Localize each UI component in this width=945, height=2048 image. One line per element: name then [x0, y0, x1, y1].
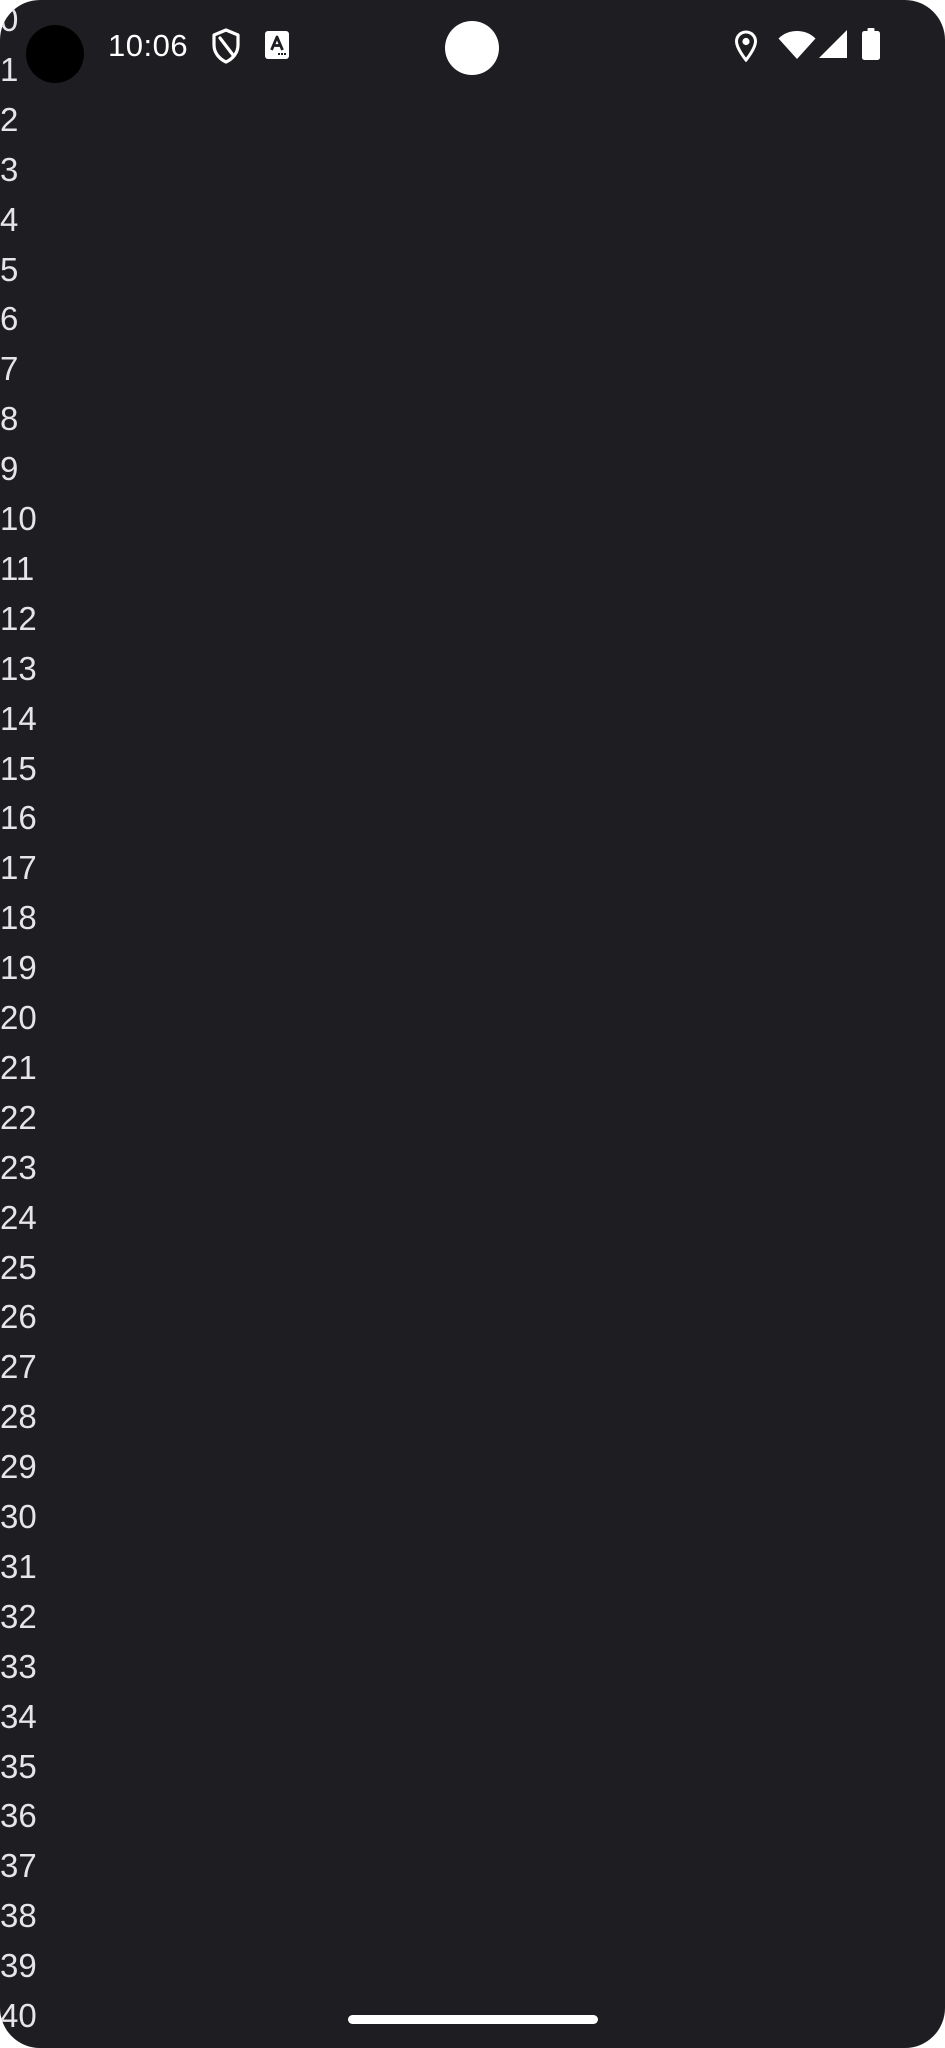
list-item: 28 — [0, 1398, 37, 1436]
list-item: 21 — [0, 1048, 37, 1086]
list-item: 27 — [0, 1348, 37, 1386]
list-item: 13 — [0, 649, 37, 687]
status-bar: 10:06 — [0, 0, 945, 96]
list-item: 23 — [0, 1148, 37, 1186]
list-item: 10 — [0, 500, 37, 537]
list-item: 32 — [0, 1597, 37, 1635]
list-item: 20 — [0, 999, 37, 1036]
front-camera-dot — [445, 21, 499, 75]
list-item: 11 — [0, 549, 35, 587]
list-item: 29 — [0, 1448, 37, 1486]
list-item: 15 — [0, 749, 37, 787]
list-item: 3 — [0, 150, 19, 188]
list-item: 33 — [0, 1647, 37, 1685]
list-item: 4 — [0, 200, 19, 238]
list-item: 7 — [0, 350, 19, 388]
list-item: 9 — [0, 450, 19, 488]
shield-icon — [212, 28, 240, 64]
list-item: 35 — [0, 1747, 37, 1785]
list-item: 2 — [0, 100, 19, 138]
list-item: 17 — [0, 849, 37, 887]
list-item: 18 — [0, 899, 37, 937]
list-item: 12 — [0, 599, 37, 637]
list-item: 24 — [0, 1198, 37, 1236]
list-item: 36 — [0, 1797, 37, 1835]
list-item: 37 — [0, 1847, 37, 1885]
battery-icon — [862, 28, 880, 60]
location-icon — [734, 30, 758, 62]
list-item: 19 — [0, 949, 37, 987]
status-time: 10:06 — [108, 28, 189, 63]
screen: 0 1 2 3 4 5 6 7 8 9 10 11 12 13 14 15 16 17 18 19 20 21 22 23 24… — [0, 0, 945, 2048]
list-item: 14 — [0, 699, 37, 737]
list-item: 39 — [0, 1947, 37, 1985]
list-item: 38 — [0, 1897, 37, 1935]
list-item: 8 — [0, 400, 19, 438]
list-item: 26 — [0, 1298, 37, 1336]
signal-icon — [819, 30, 847, 58]
text-a-icon — [265, 31, 289, 59]
list-item: 30 — [0, 1498, 37, 1535]
list-item: 25 — [0, 1248, 37, 1286]
list-item: 40 — [0, 1997, 37, 2034]
list-item: 22 — [0, 1098, 37, 1136]
list-item: 31 — [0, 1547, 37, 1585]
wifi-icon — [778, 31, 816, 59]
camera-cutout — [26, 25, 84, 83]
list-item: 5 — [0, 250, 19, 288]
list-item: 16 — [0, 799, 37, 837]
list-item: 34 — [0, 1697, 37, 1735]
list-item: 6 — [0, 300, 19, 338]
home-indicator[interactable] — [348, 2015, 598, 2024]
